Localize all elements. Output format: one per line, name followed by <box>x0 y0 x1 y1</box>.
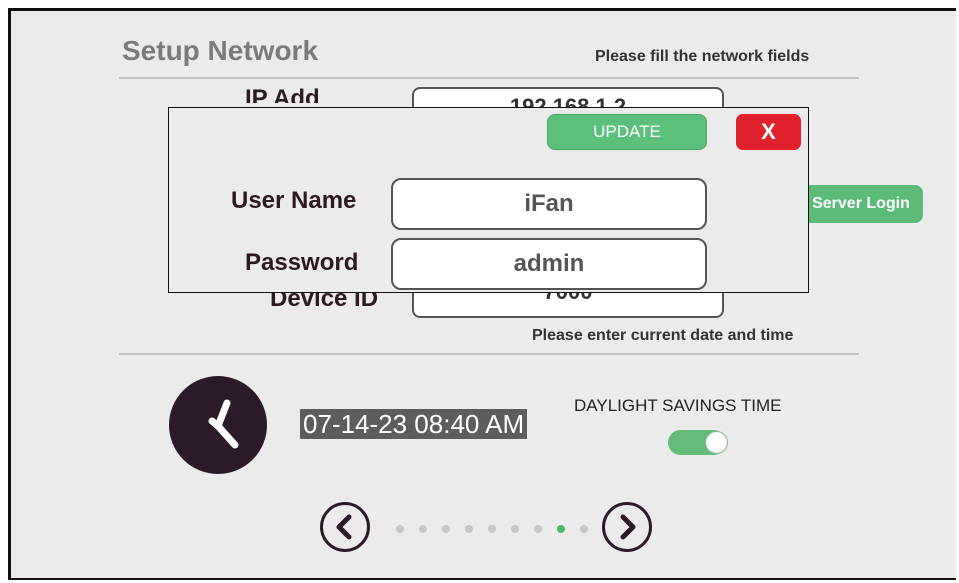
username-field[interactable]: iFan <box>391 178 707 230</box>
page-dot <box>396 525 404 533</box>
ip-address-label: IP Add <box>245 85 320 103</box>
datetime-field[interactable]: 07-14-23 08:40 AM <box>300 409 528 439</box>
dst-label: DAYLIGHT SAVINGS TIME <box>574 396 782 415</box>
divider <box>119 353 859 355</box>
password-field[interactable]: admin <box>391 238 707 290</box>
chevron-right-icon <box>620 514 636 540</box>
page-title: Setup Network <box>122 35 319 66</box>
server-login-dialog: UPDATE X User Name iFan Password admin <box>168 107 809 293</box>
page-dot <box>534 525 542 533</box>
server-login-button[interactable]: Server Login <box>799 185 923 223</box>
page-dot <box>442 525 450 533</box>
page-dot <box>419 525 427 533</box>
page-dot <box>557 525 565 533</box>
next-page-button[interactable] <box>602 502 652 552</box>
datetime-hint: Please enter current date and time <box>532 327 794 344</box>
update-button[interactable]: UPDATE <box>547 114 707 150</box>
clock-hands <box>208 399 239 449</box>
page-dot <box>580 525 588 533</box>
page-dot <box>488 525 496 533</box>
close-button[interactable]: X <box>736 114 801 150</box>
password-label: Password <box>245 249 359 276</box>
divider <box>119 77 859 79</box>
setup-network-screen: Setup Network Please fill the network fi… <box>8 8 956 580</box>
chevron-left-icon <box>336 514 352 540</box>
username-label: User Name <box>231 187 357 214</box>
previous-page-button[interactable] <box>320 502 370 552</box>
page-dot <box>511 525 519 533</box>
clock-icon[interactable] <box>169 376 267 474</box>
page-dot <box>465 525 473 533</box>
dst-toggle-knob <box>705 431 728 454</box>
network-hint: Please fill the network fields <box>595 48 810 65</box>
